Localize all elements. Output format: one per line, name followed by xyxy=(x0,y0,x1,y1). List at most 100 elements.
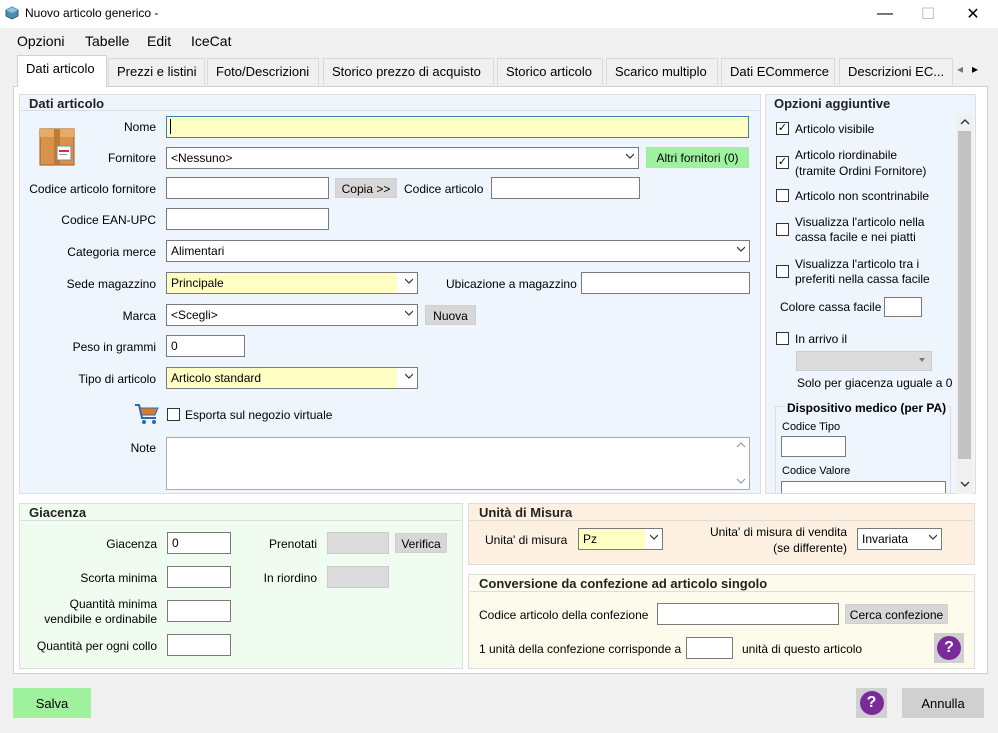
cassa-facile-label-2: cassa facile e nei piatti xyxy=(795,230,916,244)
scroll-down-icon[interactable] xyxy=(736,477,746,485)
vendita-select[interactable]: Invariata xyxy=(857,528,942,550)
text-cursor xyxy=(170,119,171,134)
categoria-value: Alimentari xyxy=(171,244,225,258)
non-scontrinabile-label: Articolo non scontrinabile xyxy=(795,189,930,203)
copia-button[interactable]: Copia >> xyxy=(335,178,397,198)
scroll-down-icon[interactable] xyxy=(960,480,970,488)
tab-storico-prezzo[interactable]: Storico prezzo di acquisto xyxy=(323,58,494,85)
fornitore-select[interactable]: <Nessuno> xyxy=(166,147,639,169)
cerca-confezione-button[interactable]: Cerca confezione xyxy=(845,604,948,624)
ubicazione-label: Ubicazione a magazzino xyxy=(446,277,577,291)
scorta-label: Scorta minima xyxy=(80,571,157,585)
menu-opzioni[interactable]: Opzioni xyxy=(17,33,64,49)
chevron-down-icon xyxy=(405,310,413,316)
scroll-up-icon[interactable] xyxy=(736,441,746,449)
help-icon: ? xyxy=(937,636,961,660)
misura-select[interactable]: Pz xyxy=(578,528,663,550)
nome-label: Nome xyxy=(123,120,156,134)
giacenza-label: Giacenza xyxy=(106,537,157,551)
misura-value: Pz xyxy=(583,532,598,546)
dispositivo-title: Dispositivo medico (per PA) xyxy=(785,401,949,415)
marca-value: <Scegli> xyxy=(171,308,218,322)
note-label: Note xyxy=(130,441,156,455)
tipo-select[interactable]: Articolo standard xyxy=(166,367,418,389)
chevron-down-icon xyxy=(737,246,745,252)
tab-scroll-left-icon[interactable]: ◂ xyxy=(957,62,963,76)
window-title: Nuovo articolo generico - xyxy=(25,6,159,20)
ean-label: Codice EAN-UPC xyxy=(61,213,156,227)
cassa-facile-label-1: Visualizza l'articolo nella xyxy=(795,215,925,229)
colore-swatch[interactable] xyxy=(884,297,922,317)
nome-input[interactable] xyxy=(166,116,749,138)
nuova-marca-button[interactable]: Nuova xyxy=(425,305,476,325)
menu-tabelle[interactable]: Tabelle xyxy=(85,33,129,49)
note-textarea[interactable] xyxy=(166,437,750,490)
marca-label: Marca xyxy=(122,309,156,323)
ean-input[interactable] xyxy=(166,208,329,230)
non-scontrinabile-checkbox[interactable] xyxy=(776,189,789,202)
in-arrivo-date-picker[interactable] xyxy=(796,351,932,371)
footer-help-button[interactable]: ? xyxy=(856,688,887,718)
annulla-button[interactable]: Annulla xyxy=(902,688,984,718)
menu-icecat[interactable]: IceCat xyxy=(191,33,231,49)
prenotati-label: Prenotati xyxy=(268,537,317,551)
codice-fornitore-input[interactable] xyxy=(166,177,329,199)
cassa-facile-checkbox[interactable] xyxy=(776,223,789,236)
help-button[interactable]: ? xyxy=(934,633,964,663)
vendita-label-1: Unita' di misura di vendita xyxy=(709,525,847,539)
scroll-up-icon[interactable] xyxy=(960,118,970,126)
tab-storico-articolo[interactable]: Storico articolo xyxy=(497,58,603,85)
options-scrollbar-thumb[interactable] xyxy=(958,131,971,459)
codice-tipo-input[interactable] xyxy=(781,436,846,457)
tab-dati-ecommerce[interactable]: Dati ECommerce xyxy=(721,58,835,85)
title-bar: Nuovo articolo generico - — ☐ ✕ xyxy=(0,0,998,28)
esporta-label: Esporta sul negozio virtuale xyxy=(185,408,333,422)
qmin-input[interactable] xyxy=(167,600,231,622)
minimize-button[interactable]: — xyxy=(862,0,908,28)
chevron-down-icon xyxy=(405,373,413,379)
scorta-input[interactable] xyxy=(167,566,231,588)
esporta-checkbox[interactable] xyxy=(167,408,180,421)
group-divider xyxy=(470,591,973,592)
codice-articolo-input[interactable] xyxy=(491,177,640,199)
codice-tipo-label: Codice Tipo xyxy=(782,421,841,433)
codice-confezione-input[interactable] xyxy=(657,603,839,625)
close-button[interactable]: ✕ xyxy=(950,0,996,28)
peso-input[interactable]: 0 xyxy=(166,335,245,357)
codice-valore-input[interactable] xyxy=(781,481,946,493)
corrisponde-input[interactable] xyxy=(686,637,733,659)
tab-scarico-multiplo[interactable]: Scarico multiplo xyxy=(606,58,718,85)
preferiti-checkbox[interactable] xyxy=(776,265,789,278)
menu-edit[interactable]: Edit xyxy=(147,33,171,49)
tipo-value: Articolo standard xyxy=(171,371,262,385)
maximize-button[interactable]: ☐ xyxy=(905,0,951,28)
group-divider xyxy=(21,520,461,521)
riordinabile-checkbox[interactable]: ✓ xyxy=(776,156,789,169)
in-arrivo-checkbox[interactable] xyxy=(776,332,789,345)
riordino-field xyxy=(327,566,389,588)
articolo-visibile-checkbox[interactable]: ✓ xyxy=(776,122,789,135)
tab-foto-descrizioni[interactable]: Foto/Descrizioni xyxy=(207,58,319,85)
tab-descrizioni-ec[interactable]: Descrizioni EC... xyxy=(839,58,953,85)
categoria-select[interactable]: Alimentari xyxy=(166,240,750,262)
tipo-label: Tipo di articolo xyxy=(78,372,156,386)
verifica-button[interactable]: Verifica xyxy=(395,533,447,553)
tab-scroll-right-icon[interactable]: ▸ xyxy=(972,62,978,76)
unita-articolo-label: unità di questo articolo xyxy=(742,642,863,656)
tab-prezzi-listini[interactable]: Prezzi e listini xyxy=(108,58,205,85)
codice-articolo-label: Codice articolo xyxy=(404,182,484,196)
categoria-label: Categoria merce xyxy=(67,245,156,259)
giacenza-input[interactable]: 0 xyxy=(167,532,231,554)
codice-confezione-label: Codice articolo della confezione xyxy=(479,608,649,622)
preferiti-label-2: preferiti nella cassa facile xyxy=(795,272,930,286)
altri-fornitori-button[interactable]: Altri fornitori (0) xyxy=(646,147,749,168)
qcollo-input[interactable] xyxy=(167,634,231,656)
solo-giacenza-label: Solo per giacenza uguale a 0 xyxy=(797,376,953,390)
marca-select[interactable]: <Scegli> xyxy=(166,304,418,326)
sede-select[interactable]: Principale xyxy=(166,272,418,294)
ubicazione-input[interactable] xyxy=(581,272,750,294)
tab-dati-articolo[interactable]: Dati articolo xyxy=(17,55,107,87)
preferiti-label-1: Visualizza l'articolo tra i xyxy=(795,257,920,271)
shopping-cart-icon xyxy=(135,404,159,424)
salva-button[interactable]: Salva xyxy=(13,688,91,718)
